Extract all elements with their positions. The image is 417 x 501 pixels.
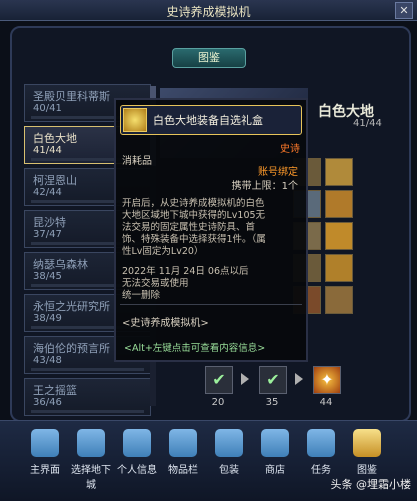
- book-icon: [353, 429, 381, 457]
- nav-label: 主界面: [30, 465, 60, 476]
- region-name: 王之摇篮: [33, 384, 77, 397]
- item-tooltip: 白色大地装备自选礼盒 史诗 消耗品 账号绑定 携带上限：1个 开启后，从史诗养成…: [114, 98, 308, 362]
- nav-label: 物品栏: [168, 465, 198, 476]
- region-name: 柯涅恩山: [33, 174, 77, 187]
- region-name: 永恒之光研究所: [33, 300, 110, 313]
- collection-milestones: ✔ 20 ✔ 35 ✦ 44: [205, 366, 365, 410]
- item-expiry: 2022年 11月 24日 06点以后 无法交易或使用 统一删除: [122, 266, 249, 301]
- region-count: 36/46: [33, 397, 62, 408]
- milestone-value: 20: [211, 397, 225, 408]
- item-source: <史诗养成模拟机>: [122, 318, 209, 329]
- nav-label: 选择地下城: [71, 465, 111, 491]
- item-name: 白色大地装备自选礼盒: [153, 114, 263, 127]
- region-count: 38/49: [33, 313, 62, 324]
- milestone-value: 35: [265, 397, 279, 408]
- nav-inventory[interactable]: 物品栏: [160, 429, 206, 491]
- exchange-icon: [261, 429, 289, 457]
- region-count: 43/48: [33, 355, 62, 366]
- nav-home[interactable]: 主界面: [22, 429, 68, 491]
- region-count: 40/41: [33, 103, 62, 114]
- close-icon: ✕: [399, 4, 409, 17]
- milestone-check-icon[interactable]: ✔: [259, 366, 287, 394]
- close-button[interactable]: ✕: [395, 2, 413, 19]
- nav-label: 商店: [265, 465, 285, 476]
- nav-label: 任务: [311, 465, 331, 476]
- item-bind: 账号绑定: [258, 167, 298, 178]
- region-count: 42/44: [33, 187, 62, 198]
- tab-collection[interactable]: 图鉴: [172, 48, 246, 68]
- nav-label: 个人信息: [117, 465, 157, 476]
- equipment-slot[interactable]: [325, 190, 353, 218]
- nav-label: 图鉴: [357, 465, 377, 476]
- home-icon: [31, 429, 59, 457]
- title-bar: 史诗养成模拟机 ✕: [0, 0, 417, 21]
- equipment-slot[interactable]: [325, 254, 353, 282]
- list-item[interactable]: 王之摇篮 36/46: [24, 378, 151, 416]
- reward-chest-icon[interactable]: ✦: [313, 366, 341, 394]
- arrow-right-icon: [295, 373, 303, 385]
- milestone-value: 44: [319, 397, 333, 408]
- milestone-check-icon[interactable]: ✔: [205, 366, 233, 394]
- region-name: 圣殿贝里科蒂斯: [33, 90, 110, 103]
- nav-shop[interactable]: 商店: [252, 429, 298, 491]
- nav-label: 包装: [219, 465, 239, 476]
- region-count: 38/45: [33, 271, 62, 282]
- simulator-window: 史诗养成模拟机 ✕ 图鉴 圣殿贝里科蒂斯 40/41 白色大地 41/44 柯涅…: [0, 0, 417, 501]
- equipment-slot[interactable]: [325, 286, 353, 314]
- window-title: 史诗养成模拟机: [166, 5, 251, 19]
- region-name: 纳瑟乌森林: [33, 258, 88, 271]
- nav-select-dungeon[interactable]: 选择地下城: [68, 429, 114, 491]
- tooltip-header: 白色大地装备自选礼盒: [120, 105, 302, 135]
- item-description: 开启后，从史诗养成模拟机的白色大地区域地下城中获得的Lv105无法交易的固定属性…: [122, 198, 266, 257]
- tooltip-divider: [120, 304, 302, 305]
- region-name: 昆沙特: [33, 216, 66, 229]
- character-icon: [123, 429, 151, 457]
- equipment-slot[interactable]: [325, 222, 353, 250]
- nav-package[interactable]: 包装: [206, 429, 252, 491]
- region-name: 海伯伦的预言所: [33, 342, 110, 355]
- nav-personal-info[interactable]: 个人信息: [114, 429, 160, 491]
- region-collection-count: 41/44: [353, 118, 382, 129]
- inventory-icon: [169, 429, 197, 457]
- watermark: 头条 @埋霜小楼: [330, 478, 412, 491]
- gift-box-icon: [123, 108, 147, 132]
- arrow-right-icon: [241, 373, 249, 385]
- item-carry-limit: 携带上限：1个: [231, 181, 298, 192]
- item-grade: 史诗: [280, 144, 300, 155]
- region-count: 37/47: [33, 229, 62, 240]
- region-progress: [31, 368, 144, 371]
- equipment-slot[interactable]: [325, 158, 353, 186]
- share-icon: [215, 429, 243, 457]
- quest-scroll-icon: [307, 429, 335, 457]
- item-hint: <Alt+左键点击可查看内容信息>: [124, 343, 266, 354]
- region-progress: [31, 410, 144, 413]
- region-count: 41/44: [33, 145, 62, 156]
- region-name: 白色大地: [33, 132, 77, 145]
- dungeon-gate-icon: [77, 429, 105, 457]
- item-type: 消耗品: [122, 156, 152, 167]
